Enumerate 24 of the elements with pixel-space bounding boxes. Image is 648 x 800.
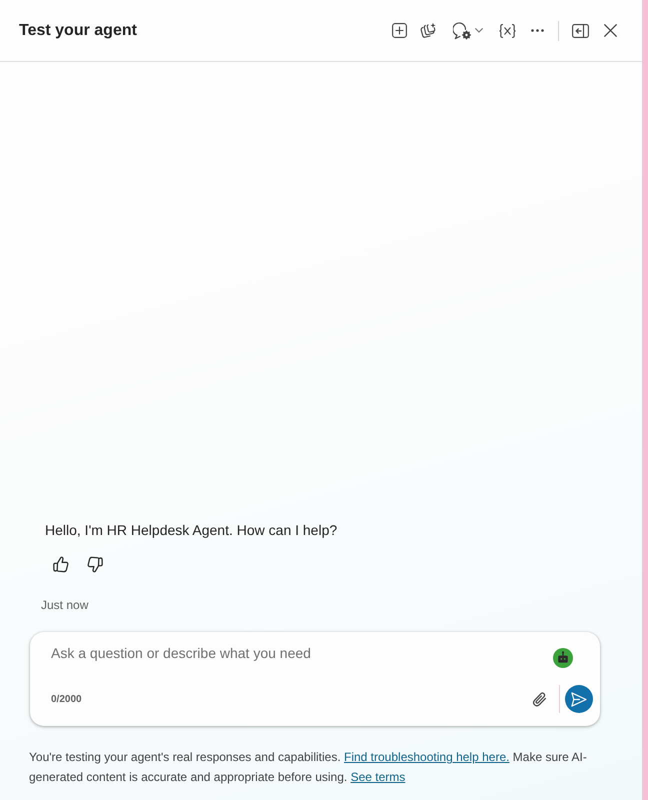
footer-link[interactable]: Find troubleshooting help here. [344,750,510,764]
chat-gear-icon [453,22,472,40]
side-panel-icon [572,24,588,38]
robot-icon [553,648,573,668]
send-icon [571,692,587,706]
message-input[interactable]: Ask a question or describe what you need [51,643,553,663]
braces-variable-icon [498,24,516,38]
stacked-cards-sparkle-icon [420,22,438,39]
thumb-down-icon [87,556,103,572]
paperclip-icon [532,690,546,708]
thumb-up-icon [53,556,69,572]
disclaimer-text: You're testing your agent's real responses and capabilities. Find troubleshooting help here. Make sure AI-generated content is accurate and appropriate before using. See terms [29,749,588,786]
message-timestamp: Just now [41,597,88,613]
panel-title: Test your agent [19,22,138,40]
message-text: Hello, I'm HR Helpdesk Agent. How can I help? [45,521,338,540]
close-icon [604,24,616,37]
dislike-button[interactable] [85,554,105,574]
like-button[interactable] [51,554,71,574]
more-icon [530,29,544,32]
footer-link[interactable]: See terms [350,770,406,784]
send-button[interactable] [565,685,593,713]
character-counter: 0/2000 [51,694,83,704]
plus-square-icon [392,23,406,38]
chevron-down-icon [475,28,483,33]
